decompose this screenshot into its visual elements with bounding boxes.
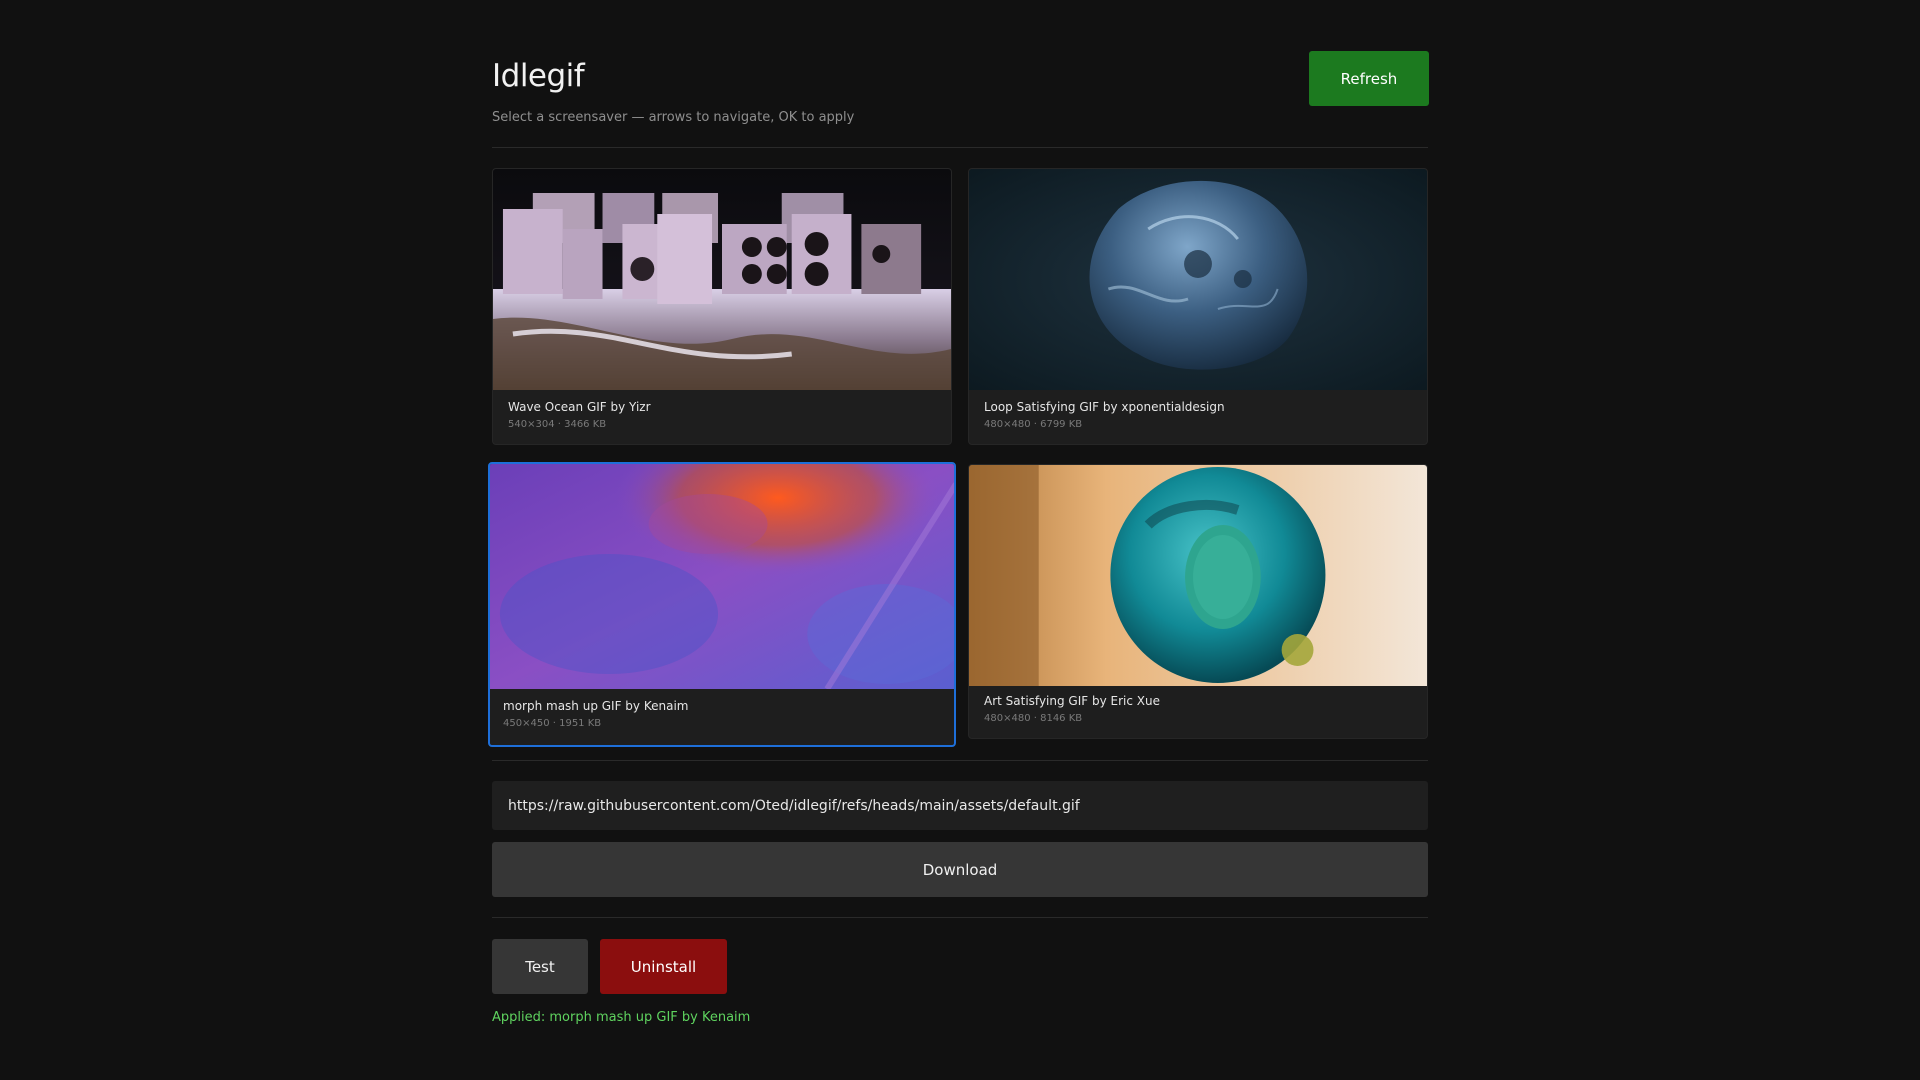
refresh-button[interactable]: Refresh [1309, 51, 1429, 106]
app-root: Idlegif Select a screensaver — arrows to… [488, 0, 1429, 1080]
gif-thumbnail [969, 465, 1427, 686]
divider [492, 917, 1428, 918]
gif-meta: 450×450 · 1951 KB [503, 718, 602, 729]
gif-thumbnail [969, 169, 1427, 390]
gif-title: morph mash up GIF by Kenaim [503, 699, 689, 713]
gif-card-loop-satisfying[interactable]: Loop Satisfying GIF by xponentialdesign … [968, 168, 1428, 445]
gif-card-wave-ocean[interactable]: Wave Ocean GIF by Yizr 540×304 · 3466 KB [492, 168, 952, 445]
gif-meta: 540×304 · 3466 KB [508, 419, 607, 430]
gif-meta: 480×480 · 8146 KB [984, 713, 1083, 724]
header: Idlegif Select a screensaver — arrows to… [492, 0, 1429, 148]
gif-grid: Wave Ocean GIF by Yizr 540×304 · 3466 KB [488, 168, 1428, 747]
gif-title: Wave Ocean GIF by Yizr [508, 400, 651, 414]
gif-title: Loop Satisfying GIF by xponentialdesign [984, 400, 1225, 414]
status-message: Applied: morph mash up GIF by Kenaim [492, 1010, 751, 1025]
gif-thumbnail [490, 464, 954, 689]
download-button[interactable]: Download [492, 842, 1428, 897]
gif-title: Art Satisfying GIF by Eric Xue [984, 694, 1160, 708]
page-title: Idlegif [492, 58, 585, 94]
gif-card-art-satisfying[interactable]: Art Satisfying GIF by Eric Xue 480×480 ·… [968, 464, 1428, 739]
test-button[interactable]: Test [492, 939, 588, 994]
gif-meta: 480×480 · 6799 KB [984, 419, 1083, 430]
uninstall-button[interactable]: Uninstall [600, 939, 727, 994]
gif-url-input[interactable] [492, 781, 1428, 830]
gif-card-morph-mash-up[interactable]: morph mash up GIF by Kenaim 450×450 · 19… [488, 462, 956, 747]
gif-thumbnail [493, 169, 951, 390]
divider [492, 760, 1428, 761]
page-subtitle: Select a screensaver — arrows to navigat… [492, 110, 855, 125]
